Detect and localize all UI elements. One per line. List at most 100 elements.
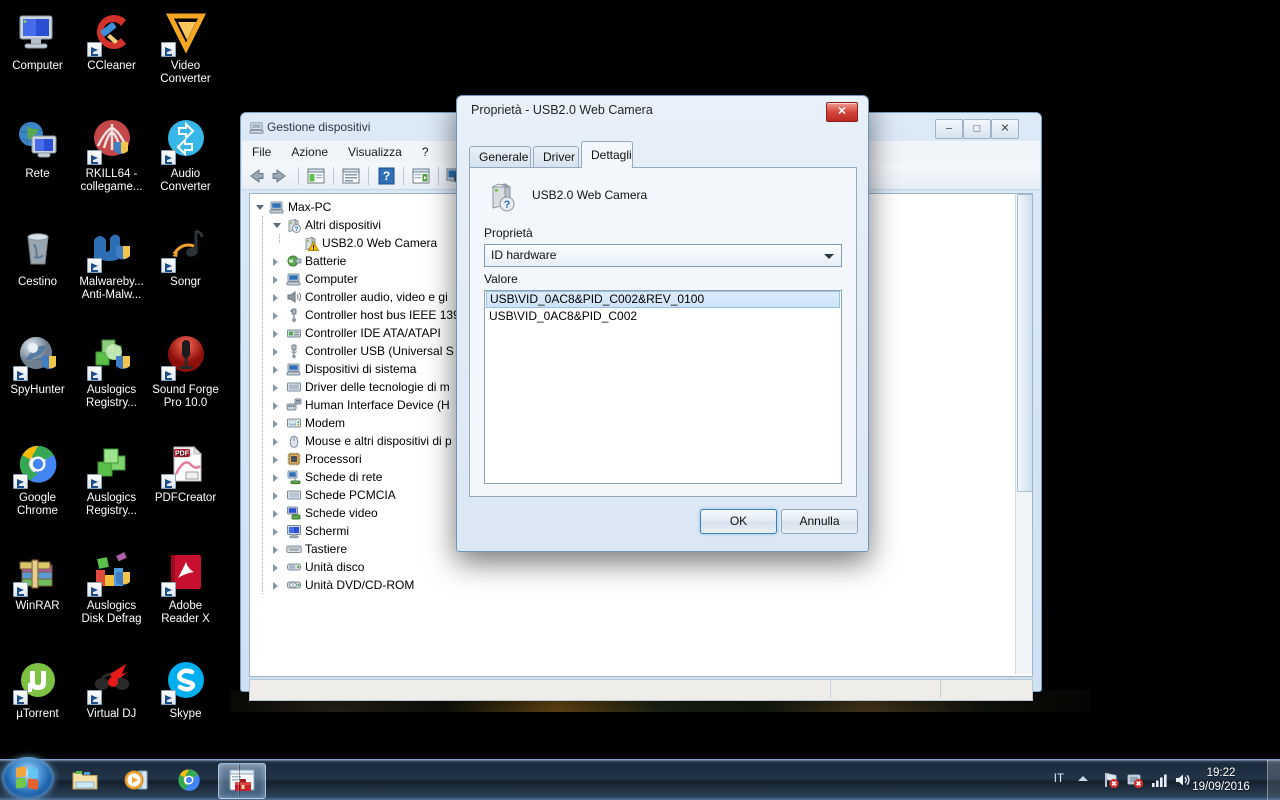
show-desktop-button[interactable] xyxy=(1267,760,1280,800)
tab-dettagli[interactable]: Dettagli xyxy=(581,141,633,168)
value-list-item[interactable]: USB\VID_0AC8&PID_C002&REV_0100 xyxy=(486,291,840,308)
desktop-icon-pdfcreator[interactable]: PDF PDFCreator xyxy=(148,440,223,505)
expand-triangle-icon[interactable] xyxy=(273,330,278,338)
desktop-icon-adobe-reader[interactable]: Adobe Reader X xyxy=(148,548,223,626)
expand-triangle-icon[interactable] xyxy=(273,474,278,482)
device-manager-taskbar-button[interactable] xyxy=(218,763,266,799)
expand-triangle-icon[interactable] xyxy=(273,546,278,554)
expand-triangle-icon[interactable] xyxy=(273,258,278,266)
clock-date: 19/09/2016 xyxy=(1192,781,1250,793)
desktop-icon-auslogics-defrag[interactable]: Auslogics Disk Defrag xyxy=(74,548,149,626)
desktop-icon-audio-converter[interactable]: Audio Converter xyxy=(148,116,223,194)
language-indicator[interactable]: IT xyxy=(1054,773,1064,785)
property-dropdown-value: ID hardware xyxy=(491,248,557,262)
expand-triangle-icon[interactable] xyxy=(273,510,278,518)
expand-triangle-icon[interactable] xyxy=(273,492,278,500)
forward-button[interactable] xyxy=(269,165,293,187)
menu-item-visualizza[interactable]: Visualizza xyxy=(338,141,412,163)
desktop-icon-utorrent[interactable]: µTorrent xyxy=(0,656,75,721)
tree-scrollbar[interactable] xyxy=(1015,194,1032,674)
ok-button[interactable]: OK xyxy=(700,509,777,534)
media-player-taskbar-button[interactable] xyxy=(114,763,160,797)
svg-text:?: ? xyxy=(504,199,511,211)
malwarebytes-icon xyxy=(86,224,136,273)
expand-triangle-icon[interactable] xyxy=(273,528,278,536)
signal-bars-icon[interactable] xyxy=(1150,771,1168,789)
collapse-triangle-icon[interactable] xyxy=(256,205,264,210)
desktop-icon-ccleaner[interactable]: CCleaner xyxy=(74,8,149,73)
desktop-icon-spyhunter[interactable]: SpyHunter xyxy=(0,332,75,397)
taskbar-buttons[interactable] xyxy=(62,763,272,799)
desktop-icon-auslogics-registry2[interactable]: Auslogics Registry... xyxy=(74,440,149,518)
show-hide-console-tree-button[interactable] xyxy=(304,165,328,187)
desktop-icon-chrome[interactable]: Google Chrome xyxy=(0,440,75,518)
tree-node[interactable]: Unità disco xyxy=(250,558,1010,576)
chevron-up-icon[interactable] xyxy=(1078,776,1088,781)
expand-triangle-icon[interactable] xyxy=(273,312,278,320)
update-driver-button[interactable] xyxy=(409,165,433,187)
cancel-button[interactable]: Annulla xyxy=(781,509,858,534)
close-button[interactable]: ✕ xyxy=(991,119,1019,139)
tree-node[interactable]: Unità DVD/CD-ROM xyxy=(250,576,1010,594)
processor-icon xyxy=(286,451,302,467)
ide-controller-icon xyxy=(286,325,302,341)
menu-item-file[interactable]: File xyxy=(242,141,281,163)
tree-node-label: Schede video xyxy=(305,506,378,520)
expand-triangle-icon[interactable] xyxy=(273,348,278,356)
expand-triangle-icon[interactable] xyxy=(273,294,278,302)
desktop-icon-virtualdj[interactable]: Virtual DJ xyxy=(74,656,149,721)
desktop-icon-video-converter[interactable]: Video Converter xyxy=(148,8,223,86)
hid-icon xyxy=(286,397,302,413)
desktop-icon-auslogics-registry[interactable]: Auslogics Registry... xyxy=(74,332,149,410)
value-list[interactable]: USB\VID_0AC8&PID_C002&REV_0100 USB\VID_0A… xyxy=(484,290,842,484)
desktop-icon-winrar[interactable]: WinRAR xyxy=(0,548,75,613)
value-list-item[interactable]: USB\VID_0AC8&PID_C002 xyxy=(485,308,841,325)
expand-triangle-icon[interactable] xyxy=(273,420,278,428)
expand-triangle-icon[interactable] xyxy=(273,582,278,590)
dialog-close-button[interactable]: ✕ xyxy=(826,102,858,122)
expand-triangle-icon[interactable] xyxy=(273,456,278,464)
start-button[interactable] xyxy=(2,757,54,799)
explorer-taskbar-button[interactable] xyxy=(62,763,108,797)
network-icon[interactable] xyxy=(1126,771,1144,789)
properties-dialog[interactable]: Proprietà - USB2.0 Web Camera ✕ Generale… xyxy=(456,95,869,552)
tree-guide-line xyxy=(279,234,280,243)
desktop-icon-malwarebytes[interactable]: Malwareby... Anti-Malw... xyxy=(74,224,149,302)
desktop-icon-network[interactable]: Rete xyxy=(0,116,75,181)
tab-driver[interactable]: Driver xyxy=(533,146,579,167)
properties-button[interactable] xyxy=(339,165,363,187)
collapse-triangle-icon[interactable] xyxy=(273,223,281,228)
expand-triangle-icon[interactable] xyxy=(273,564,278,572)
modem-icon xyxy=(286,415,302,431)
expand-triangle-icon[interactable] xyxy=(273,276,278,284)
desktop-icon-sound-forge[interactable]: Sound Forge Pro 10.0 xyxy=(148,332,223,410)
desktop-icon-songr[interactable]: Songr xyxy=(148,224,223,289)
chrome-taskbar-button[interactable] xyxy=(166,763,212,797)
network-adapter-icon xyxy=(286,469,302,485)
tab-generale[interactable]: Generale xyxy=(469,146,531,167)
menu-item-azione[interactable]: Azione xyxy=(281,141,338,163)
desktop-icon-computer[interactable]: Computer xyxy=(0,8,75,73)
property-dropdown[interactable]: ID hardware xyxy=(484,244,842,267)
desktop-icon-label: CCleaner xyxy=(87,60,136,72)
desktop-icon-rkill[interactable]: RKILL64 - collegame... xyxy=(74,116,149,194)
shortcut-arrow-icon xyxy=(12,366,28,381)
tree-node-label: Unità disco xyxy=(305,560,365,574)
expand-triangle-icon[interactable] xyxy=(273,438,278,446)
tree-node-label: Processori xyxy=(305,452,362,466)
expand-triangle-icon[interactable] xyxy=(273,384,278,392)
help-button[interactable]: ? xyxy=(374,165,398,187)
menu-item-[interactable]: ? xyxy=(412,141,439,163)
expand-triangle-icon[interactable] xyxy=(273,366,278,374)
taskbar[interactable]: IT 19:22 19/09/2016 xyxy=(0,757,1280,800)
back-button[interactable] xyxy=(243,165,267,187)
action-center-icon[interactable] xyxy=(1102,771,1120,789)
clock[interactable]: 19:22 19/09/2016 xyxy=(1180,766,1262,794)
minimize-button[interactable]: – xyxy=(935,119,963,139)
maximize-button[interactable]: □ xyxy=(963,119,991,139)
tree-scrollbar-thumb[interactable] xyxy=(1017,194,1032,492)
expand-triangle-icon[interactable] xyxy=(273,402,278,410)
desktop-icon-recycle-bin[interactable]: Cestino xyxy=(0,224,75,289)
desktop-icon-skype[interactable]: Skype xyxy=(148,656,223,721)
computer-icon xyxy=(14,8,62,56)
